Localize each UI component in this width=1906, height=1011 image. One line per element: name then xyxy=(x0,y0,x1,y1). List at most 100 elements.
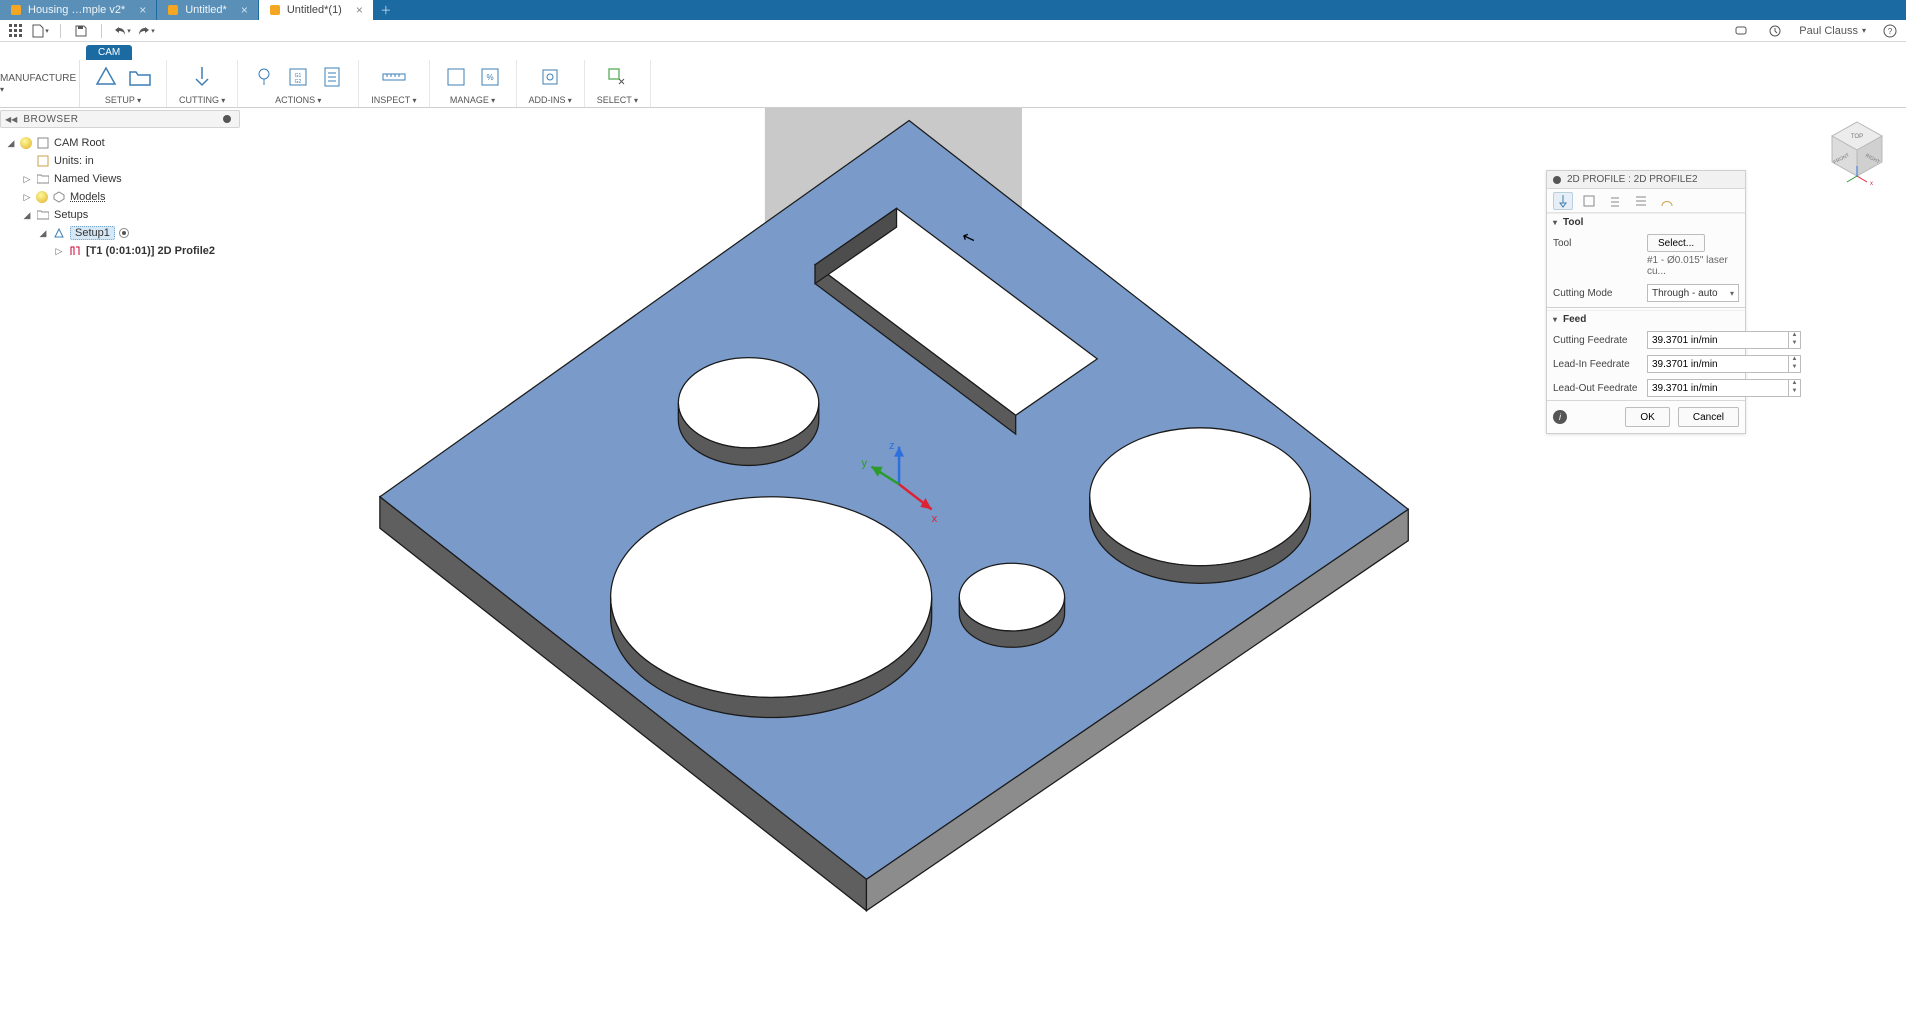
tree-item-operation[interactable]: [T1 (0:01:01)] 2D Profile2 xyxy=(86,245,215,257)
file-menu-icon[interactable]: ▾ xyxy=(30,22,50,40)
section-feed-header[interactable]: Feed xyxy=(1547,310,1745,328)
pin-icon[interactable] xyxy=(223,115,231,123)
nc-code-icon[interactable]: G1G2 xyxy=(284,64,312,90)
active-setup-icon[interactable] xyxy=(119,228,129,238)
redo-icon[interactable]: ▾ xyxy=(136,22,156,40)
viewcube[interactable]: TOP FRONT RIGHT x xyxy=(1822,116,1892,186)
tree-item-named-views[interactable]: Named Views xyxy=(54,173,122,185)
folder-icon[interactable] xyxy=(126,64,154,90)
workspace-tab-row: CAM xyxy=(0,42,1906,60)
ribbon-label[interactable]: SETUP xyxy=(105,95,141,105)
addins-icon[interactable] xyxy=(536,64,564,90)
tree-twisty[interactable]: ◢ xyxy=(6,138,16,149)
section-tool-header[interactable]: Tool xyxy=(1547,213,1745,231)
close-icon[interactable]: × xyxy=(356,3,363,17)
operation-dialog: 2D PROFILE : 2D PROFILE2 Tool Tool Selec… xyxy=(1546,170,1746,434)
info-icon[interactable]: i xyxy=(1553,410,1567,424)
cutting-icon[interactable] xyxy=(188,64,216,90)
tab-passes-icon[interactable] xyxy=(1631,192,1651,210)
ok-button[interactable]: OK xyxy=(1625,407,1669,427)
select-icon[interactable] xyxy=(603,64,631,90)
leadin-feedrate-input[interactable] xyxy=(1647,355,1789,373)
cutting-mode-label: Cutting Mode xyxy=(1553,288,1641,299)
workspace-tab-cam[interactable]: CAM xyxy=(86,45,132,60)
tree-item-root[interactable]: CAM Root xyxy=(54,137,105,149)
tool-library-icon[interactable] xyxy=(442,64,470,90)
ribbon-label[interactable]: ADD-INS xyxy=(529,95,572,105)
tree-twisty[interactable]: ▷ xyxy=(54,246,64,257)
tab-linking-icon[interactable] xyxy=(1657,192,1677,210)
folder-icon xyxy=(36,172,50,186)
tab-heights-icon[interactable] xyxy=(1605,192,1625,210)
tool-description: #1 - Ø0.015" laser cu... xyxy=(1547,255,1745,281)
job-status-icon[interactable] xyxy=(1765,22,1785,40)
cutting-mode-value: Through - auto xyxy=(1652,288,1718,299)
tree-twisty[interactable]: ▷ xyxy=(22,192,32,203)
fusion-doc-icon xyxy=(269,4,281,16)
cutting-feedrate-input[interactable] xyxy=(1647,331,1789,349)
setup-sheet-icon[interactable] xyxy=(318,64,346,90)
ribbon-label[interactable]: INSPECT xyxy=(371,95,416,105)
help-icon[interactable]: ? xyxy=(1880,22,1900,40)
svg-text:?: ? xyxy=(1888,27,1893,36)
tree-twisty[interactable]: ▷ xyxy=(22,174,32,185)
tree-twisty[interactable]: ◢ xyxy=(38,228,48,239)
workspace-selector-label: MANUFACTURE xyxy=(0,73,79,95)
tree-item-setups[interactable]: Setups xyxy=(54,209,88,221)
spinner[interactable]: ▲▼ xyxy=(1789,355,1801,373)
visibility-bulb-icon[interactable] xyxy=(20,137,32,149)
ribbon-label[interactable]: SELECT xyxy=(597,95,638,105)
user-menu[interactable]: Paul Clauss ▾ xyxy=(1799,25,1866,37)
workspace-selector[interactable]: MANUFACTURE xyxy=(0,60,80,107)
ribbon-group-setup: SETUP xyxy=(80,60,167,107)
tab-tool-icon[interactable] xyxy=(1553,192,1573,210)
spinner[interactable]: ▲▼ xyxy=(1789,379,1801,397)
collapse-icon[interactable]: ◀◀ xyxy=(5,115,17,124)
select-tool-button[interactable]: Select... xyxy=(1647,234,1705,252)
browser-header[interactable]: ◀◀ BROWSER xyxy=(0,110,240,128)
document-tab-active[interactable]: Untitled*(1) × xyxy=(259,0,374,20)
document-tab-label: Untitled*(1) xyxy=(287,4,342,16)
ribbon-label[interactable]: MANAGE xyxy=(450,95,495,105)
ribbon-group-manage: % MANAGE xyxy=(430,60,517,107)
close-icon[interactable]: × xyxy=(139,3,146,17)
ribbon-label[interactable]: ACTIONS xyxy=(275,95,321,105)
spinner[interactable]: ▲▼ xyxy=(1789,331,1801,349)
task-manager-icon[interactable]: % xyxy=(476,64,504,90)
cutting-mode-dropdown[interactable]: Through - auto xyxy=(1647,284,1739,302)
document-tab[interactable]: Untitled* × xyxy=(157,0,259,20)
main-area: z x y ↖ ◀◀ BROWSER ◢ CAM Root xyxy=(0,108,1906,1011)
tree-item-units[interactable]: Units: in xyxy=(54,155,94,167)
hole-small[interactable] xyxy=(959,563,1064,647)
tree-twisty[interactable]: ◢ xyxy=(22,210,32,221)
measure-icon[interactable] xyxy=(380,64,408,90)
add-tab-button[interactable]: ＋ xyxy=(374,0,398,20)
close-icon[interactable]: × xyxy=(241,3,248,17)
cutting-feedrate-label: Cutting Feedrate xyxy=(1553,335,1641,346)
visibility-bulb-icon[interactable] xyxy=(36,191,48,203)
leadout-feedrate-input[interactable] xyxy=(1647,379,1789,397)
generate-icon[interactable] xyxy=(250,64,278,90)
fusion-doc-icon xyxy=(167,4,179,16)
hole-large[interactable] xyxy=(611,497,932,718)
dialog-tabs xyxy=(1547,189,1745,213)
ribbon-group-actions: G1G2 ACTIONS xyxy=(238,60,359,107)
undo-icon[interactable]: ▾ xyxy=(112,22,132,40)
tree-item-setup1[interactable]: Setup1 xyxy=(70,226,115,240)
new-setup-icon[interactable] xyxy=(92,64,120,90)
save-icon[interactable] xyxy=(71,22,91,40)
ribbon-label[interactable]: CUTTING xyxy=(179,95,225,105)
tree-item-models[interactable]: Models xyxy=(70,191,105,203)
hole-right[interactable] xyxy=(1090,428,1311,584)
document-tab[interactable]: Housing …mple v2* × xyxy=(0,0,157,20)
hole-top-left[interactable] xyxy=(678,358,818,466)
tab-geometry-icon[interactable] xyxy=(1579,192,1599,210)
dialog-header[interactable]: 2D PROFILE : 2D PROFILE2 xyxy=(1547,171,1745,189)
document-tab-label: Housing …mple v2* xyxy=(28,4,125,16)
component-icon xyxy=(36,136,50,150)
cancel-button[interactable]: Cancel xyxy=(1678,407,1739,427)
app-menu-icon[interactable] xyxy=(6,22,26,40)
toolpath-icon xyxy=(68,244,82,258)
notification-icon[interactable] xyxy=(1731,22,1751,40)
document-tab-label: Untitled* xyxy=(185,4,227,16)
